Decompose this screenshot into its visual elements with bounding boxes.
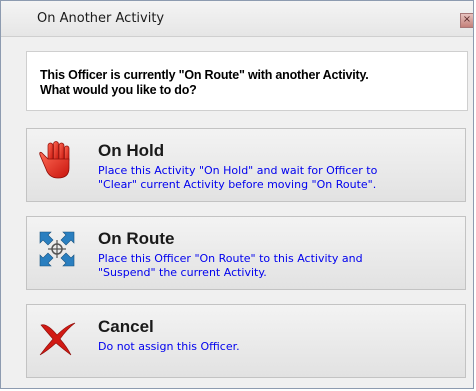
- on-route-button[interactable]: On Route Place this Officer "On Route" t…: [26, 216, 466, 290]
- cancel-description-line-1: Do not assign this Officer.: [98, 340, 240, 353]
- on-hold-description-line-2: "Clear" current Activity before moving "…: [98, 178, 377, 191]
- on-hold-button[interactable]: On Hold Place this Activity "On Hold" an…: [26, 128, 466, 202]
- on-route-description: Place this Officer "On Route" to this Ac…: [98, 252, 458, 280]
- message-line-1: This Officer is currently "On Route" wit…: [40, 68, 369, 82]
- title-bar[interactable]: On Another Activity ×: [1, 1, 473, 37]
- cancel-description: Do not assign this Officer.: [98, 340, 458, 354]
- dialog-window: On Another Activity × This Officer is cu…: [0, 0, 474, 389]
- message-line-2: What would you like to do?: [40, 83, 197, 97]
- cancel-x-icon: [39, 322, 76, 356]
- close-icon[interactable]: ×: [460, 13, 473, 28]
- message-panel: This Officer is currently "On Route" wit…: [26, 51, 468, 111]
- on-route-description-line-2: "Suspend" the current Activity.: [98, 266, 267, 279]
- on-hold-description-line-1: Place this Activity "On Hold" and wait f…: [98, 164, 378, 177]
- cancel-button[interactable]: Cancel Do not assign this Officer.: [26, 304, 466, 378]
- on-route-title: On Route: [98, 229, 175, 248]
- hand-stop-icon: [39, 141, 70, 179]
- converge-arrows-icon: [39, 231, 75, 267]
- window-title: On Another Activity: [37, 11, 165, 26]
- cancel-title: Cancel: [98, 317, 154, 336]
- message-text: This Officer is currently "On Route" wit…: [40, 68, 460, 98]
- on-route-description-line-1: Place this Officer "On Route" to this Ac…: [98, 252, 363, 265]
- on-hold-description: Place this Activity "On Hold" and wait f…: [98, 164, 458, 192]
- on-hold-title: On Hold: [98, 141, 165, 160]
